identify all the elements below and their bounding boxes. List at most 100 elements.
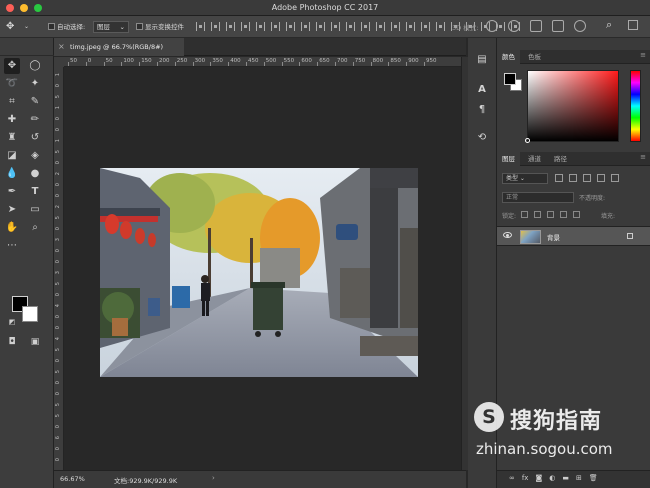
slide-3d-icon[interactable] bbox=[552, 20, 564, 32]
tool-preset-dropdown-icon[interactable]: ⌄ bbox=[24, 21, 29, 33]
add-mask-icon[interactable]: ◙ bbox=[535, 474, 542, 482]
orbit-3d-icon[interactable] bbox=[486, 20, 498, 32]
brush-tool-icon[interactable]: ✏ bbox=[27, 112, 43, 128]
eyedropper-icon[interactable]: ✎ bbox=[27, 94, 43, 110]
ruler-origin[interactable] bbox=[54, 57, 64, 67]
hue-slider[interactable] bbox=[630, 70, 641, 142]
crop-tool-icon[interactable]: ⌗ bbox=[4, 94, 20, 110]
new-group-icon[interactable]: ▬ bbox=[562, 474, 569, 482]
color-panel-foreground-swatch[interactable] bbox=[504, 73, 516, 85]
ruler-tick-label: 1 bbox=[55, 73, 61, 77]
ruler-tick-label: 4 bbox=[55, 337, 61, 341]
link-layers-icon[interactable]: ∞ bbox=[509, 474, 515, 482]
scale-3d-icon[interactable] bbox=[574, 20, 586, 32]
auto-select-dropdown[interactable]: 图层 ⌄ bbox=[93, 21, 129, 33]
adjustment-layer-icon[interactable]: ◐ bbox=[549, 474, 555, 482]
ruler-tick bbox=[317, 62, 319, 66]
ruler-tick-label: 100 bbox=[123, 58, 134, 64]
layers-panel-footer: ∞ fx ◙ ◐ ▬ ⊞ 🗑 bbox=[497, 470, 650, 488]
ruler-tick-label: 0 bbox=[55, 447, 61, 451]
edit-toolbar-icon[interactable]: ⋯ bbox=[4, 238, 20, 254]
ruler-tick-label: 5 bbox=[55, 282, 61, 286]
lock-label: 锁定: bbox=[502, 213, 517, 220]
delete-layer-icon[interactable]: 🗑 bbox=[589, 474, 598, 482]
move-tool-icon[interactable]: ✥ bbox=[6, 21, 14, 33]
quick-mask-icon[interactable]: ◘ bbox=[4, 334, 20, 350]
lock-icons[interactable] bbox=[521, 211, 580, 218]
document-tab-bar: × timg.jpeg @ 66.7%(RGB/8#) bbox=[54, 38, 466, 56]
lasso-tool-icon[interactable]: ➰ bbox=[4, 76, 20, 92]
canvas-vertical-scrollbar[interactable] bbox=[461, 57, 468, 470]
show-transform-checkbox[interactable]: 显示变换控件 bbox=[136, 21, 184, 33]
document-image[interactable] bbox=[100, 168, 418, 377]
layer-lock-icon bbox=[627, 233, 633, 239]
libraries-panel-icon[interactable]: ⟲ bbox=[474, 130, 490, 146]
background-color-swatch[interactable] bbox=[22, 306, 38, 322]
toolbar-grip[interactable] bbox=[0, 38, 54, 56]
layer-name[interactable]: 背景 bbox=[547, 232, 560, 242]
character-panel-icon[interactable]: A bbox=[474, 82, 490, 98]
rectangle-tool-icon[interactable]: ▭ bbox=[27, 202, 43, 218]
pen-tool-icon[interactable]: ✒ bbox=[4, 184, 20, 200]
zoom-tool-icon[interactable]: ⌕ bbox=[27, 220, 43, 236]
status-info-arrow-icon[interactable]: › bbox=[212, 474, 215, 482]
blur-tool-icon[interactable]: 💧 bbox=[4, 166, 20, 182]
search-icon[interactable]: ⌕ bbox=[606, 19, 612, 31]
ruler-tick-label: 450 bbox=[248, 58, 259, 64]
move-tool-icon[interactable]: ✥ bbox=[4, 58, 20, 74]
hand-tool-icon[interactable]: ✋ bbox=[4, 220, 20, 236]
zoom-level[interactable]: 66.67% bbox=[60, 475, 85, 483]
panel-menu-icon[interactable]: ≡ bbox=[640, 153, 646, 161]
layer-row[interactable]: 背景 bbox=[497, 226, 650, 246]
ruler-tick-label: 1 bbox=[55, 139, 61, 143]
ruler-tick-label: 5 bbox=[55, 95, 61, 99]
layer-filter-icons[interactable] bbox=[555, 174, 619, 182]
paint-bucket-icon[interactable]: ◈ bbox=[27, 148, 43, 164]
layer-style-icon[interactable]: fx bbox=[522, 474, 529, 482]
visibility-eye-icon[interactable] bbox=[503, 232, 512, 238]
layer-filter-type[interactable]: 类型 ⌄ bbox=[502, 173, 548, 184]
ruler-tick bbox=[139, 62, 141, 66]
eraser-tool-icon[interactable]: ◪ bbox=[4, 148, 20, 164]
tab-channels[interactable]: 通道 bbox=[523, 152, 546, 166]
paragraph-panel-icon[interactable]: ¶ bbox=[474, 102, 490, 118]
new-layer-icon[interactable]: ⊞ bbox=[576, 474, 582, 482]
clone-stamp-icon[interactable]: ♜ bbox=[4, 130, 20, 146]
marquee-tool-icon[interactable]: ◯ bbox=[27, 58, 43, 74]
ruler-tick bbox=[103, 62, 105, 66]
ruler-tick-label: 900 bbox=[408, 58, 419, 64]
tab-layers[interactable]: 图层 bbox=[497, 152, 520, 166]
magic-wand-icon[interactable]: ✦ bbox=[27, 76, 43, 92]
drag-3d-icon[interactable] bbox=[530, 20, 542, 32]
layer-filter-label: 类型 bbox=[506, 175, 519, 182]
type-tool-icon[interactable]: T bbox=[27, 184, 43, 200]
ruler-tick bbox=[263, 62, 265, 66]
history-brush-icon[interactable]: ↺ bbox=[27, 130, 43, 146]
app-title: Adobe Photoshop CC 2017 bbox=[271, 3, 379, 12]
color-picker-marker[interactable] bbox=[525, 138, 530, 143]
close-tab-icon[interactable]: × bbox=[58, 38, 65, 56]
roll-3d-icon[interactable] bbox=[508, 20, 520, 32]
tab-color[interactable]: 颜色 bbox=[497, 50, 520, 64]
tab-swatches[interactable]: 色板 bbox=[523, 50, 546, 64]
vertical-ruler[interactable]: 105100150200250300350400450500550600 bbox=[54, 67, 64, 470]
document-tab[interactable]: × timg.jpeg @ 66.7%(RGB/8#) bbox=[54, 38, 184, 56]
history-panel-icon[interactable]: ▤ bbox=[474, 52, 490, 68]
blend-mode-select[interactable]: 正常 bbox=[502, 192, 574, 203]
screen-mode-icon[interactable]: ▣ bbox=[27, 334, 43, 350]
path-selection-icon[interactable]: ➤ bbox=[4, 202, 20, 218]
tab-paths[interactable]: 路径 bbox=[549, 152, 572, 166]
auto-select-value: 图层 bbox=[97, 23, 110, 31]
auto-select-checkbox[interactable]: 自动选择: bbox=[48, 21, 85, 33]
color-picker-field[interactable] bbox=[527, 70, 619, 142]
default-colors-icon[interactable]: ◩ bbox=[4, 314, 20, 330]
opacity-label: 不透明度: bbox=[579, 195, 606, 202]
horizontal-ruler[interactable]: 50 0 50 100 150 200 250 300 350 400 450 500 550 600 65… bbox=[64, 57, 461, 67]
dodge-tool-icon[interactable]: ● bbox=[27, 166, 43, 182]
ruler-tick bbox=[210, 62, 212, 66]
healing-brush-icon[interactable]: ✚ bbox=[4, 112, 20, 128]
panel-menu-icon[interactable]: ≡ bbox=[640, 51, 646, 59]
workspace-icon[interactable] bbox=[628, 20, 638, 30]
ruler-tick-label: 1 bbox=[55, 106, 61, 110]
ruler-tick bbox=[192, 62, 194, 66]
